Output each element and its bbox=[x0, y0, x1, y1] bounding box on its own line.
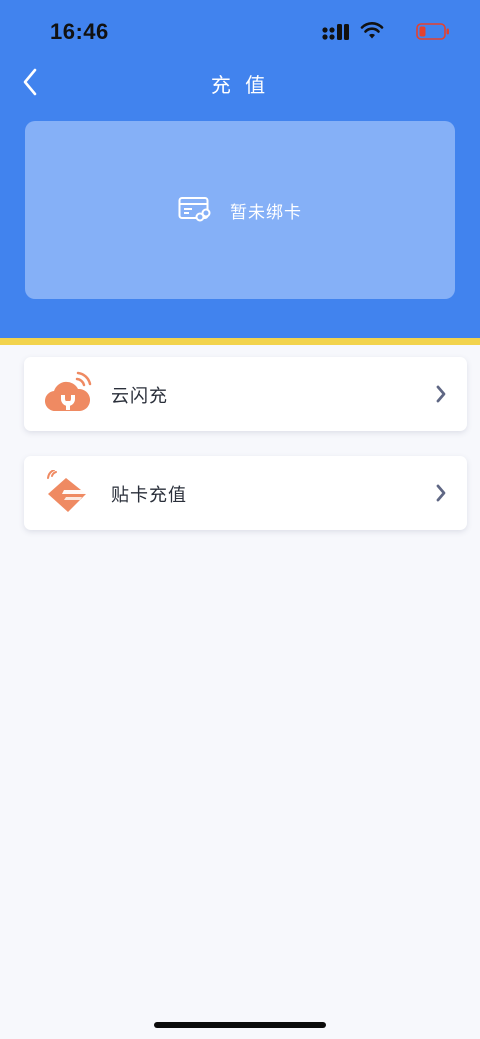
wifi-icon bbox=[360, 22, 384, 39]
bind-card-content: 暂未绑卡 bbox=[178, 196, 302, 224]
option-label: 贴卡充值 bbox=[111, 485, 187, 506]
chevron-right-icon bbox=[436, 385, 446, 403]
nav-bar: 充 值 bbox=[0, 62, 480, 106]
signal-icon bbox=[322, 24, 349, 40]
tap-card-recharge-row[interactable]: 贴卡充值 bbox=[24, 456, 467, 530]
chevron-right-icon bbox=[436, 484, 446, 502]
page-title: 充 值 bbox=[210, 73, 270, 97]
cloud-flash-recharge-row[interactable]: 云闪充 bbox=[24, 357, 467, 431]
cloud-flash-icon bbox=[44, 371, 92, 412]
bind-card-status: 暂未绑卡 bbox=[230, 202, 302, 223]
option-label: 云闪充 bbox=[111, 386, 168, 407]
status-bar: 16:46 bbox=[0, 0, 480, 62]
status-icons bbox=[310, 20, 450, 44]
home-indicator[interactable] bbox=[154, 1022, 326, 1028]
tap-card-icon bbox=[47, 470, 86, 512]
battery-icon bbox=[416, 23, 449, 40]
card-link-icon bbox=[178, 197, 211, 222]
bind-card-panel[interactable]: 暂未绑卡 bbox=[25, 121, 455, 299]
status-time: 16:46 bbox=[50, 19, 109, 44]
accent-divider bbox=[0, 338, 480, 345]
